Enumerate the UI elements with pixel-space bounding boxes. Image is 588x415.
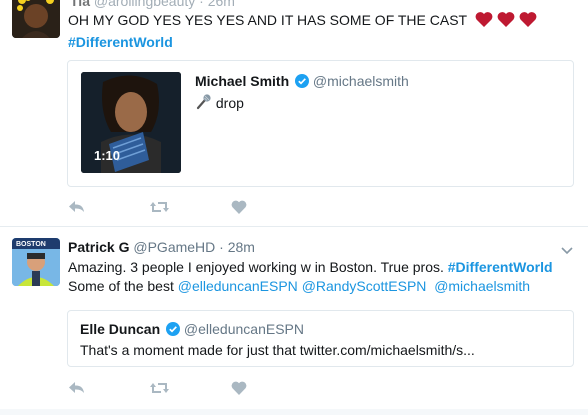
quoted-author-handle[interactable]: @michaelsmith: [313, 73, 409, 89]
author-handle[interactable]: @arollingbeauty: [94, 0, 195, 9]
tweet: Tia @arollingbeauty · 26m OH MY GOD YES …: [0, 0, 588, 227]
quoted-author-name[interactable]: Michael Smith: [195, 73, 289, 89]
author-name[interactable]: Patrick G: [68, 239, 129, 255]
tweet-text: OH MY GOD YES YES YES AND IT HAS SOME OF…: [68, 11, 578, 52]
tweet-header: Patrick G @PGameHD · 28m: [68, 239, 255, 255]
separator: ·: [219, 239, 224, 255]
author-handle[interactable]: @PGameHD: [133, 239, 215, 255]
quoted-tweet[interactable]: 1:10 Michael Smith @michaelsmith drop: [67, 60, 574, 187]
tweet-text-body: OH MY GOD YES YES YES AND IT HAS SOME OF…: [68, 12, 467, 28]
tweet-text: Amazing. 3 people I enjoyed working w in…: [68, 258, 578, 296]
retweet-icon[interactable]: [149, 380, 170, 396]
tweet-header: Tia @arollingbeauty · 26m: [70, 0, 235, 9]
quoted-tweet-header: Elle Duncan @elleduncanESPN: [80, 321, 304, 337]
quoted-tweet-text: That's a moment made for just that twitt…: [80, 342, 475, 358]
quoted-author-name[interactable]: Elle Duncan: [80, 321, 160, 337]
hashtag-link[interactable]: #DifferentWorld: [68, 34, 173, 50]
mention-link[interactable]: @michaelsmith: [434, 278, 530, 294]
mention-link[interactable]: @RandyScottESPN: [302, 278, 427, 294]
mention-link[interactable]: @elleduncanESPN: [178, 278, 298, 294]
reply-icon[interactable]: [68, 199, 86, 215]
tweet-actions: [68, 380, 368, 398]
tweet-text-line2: Some of the best: [68, 278, 174, 294]
timestamp[interactable]: 26m: [208, 0, 235, 9]
tweet-text-line1: Amazing. 3 people I enjoyed working w in…: [68, 259, 444, 275]
reply-icon[interactable]: [68, 380, 86, 396]
like-icon[interactable]: [231, 199, 249, 215]
separator: ·: [199, 0, 204, 9]
svg-text:BOSTON: BOSTON: [16, 241, 46, 248]
quoted-tweet-header: Michael Smith @michaelsmith: [195, 73, 409, 89]
timestamp[interactable]: 28m: [228, 239, 255, 255]
tweet: BOSTON Patrick G @PGameHD · 28m Amazing.…: [0, 226, 588, 410]
video-thumbnail[interactable]: 1:10: [81, 72, 181, 173]
quoted-author-handle[interactable]: @elleduncanESPN: [184, 321, 304, 337]
timeline-divider: [0, 409, 588, 415]
tweet-actions: [68, 199, 368, 217]
verified-badge-icon: [166, 322, 181, 336]
chevron-down-icon[interactable]: [561, 242, 573, 255]
quoted-tweet[interactable]: Elle Duncan @elleduncanESPN That's a mom…: [67, 310, 574, 367]
heart-emoji-icon: [475, 11, 537, 33]
video-duration: 1:10: [94, 148, 121, 163]
retweet-icon[interactable]: [149, 199, 170, 215]
verified-badge-icon: [295, 74, 310, 88]
hashtag-link[interactable]: #DifferentWorld: [448, 259, 553, 275]
avatar[interactable]: BOSTON: [12, 238, 60, 286]
avatar[interactable]: [12, 0, 60, 38]
like-icon[interactable]: [231, 380, 249, 396]
microphone-emoji-icon: [196, 94, 212, 113]
author-name[interactable]: Tia: [70, 0, 90, 9]
quoted-text-body: drop: [215, 95, 244, 111]
quoted-tweet-text: drop: [196, 94, 244, 113]
